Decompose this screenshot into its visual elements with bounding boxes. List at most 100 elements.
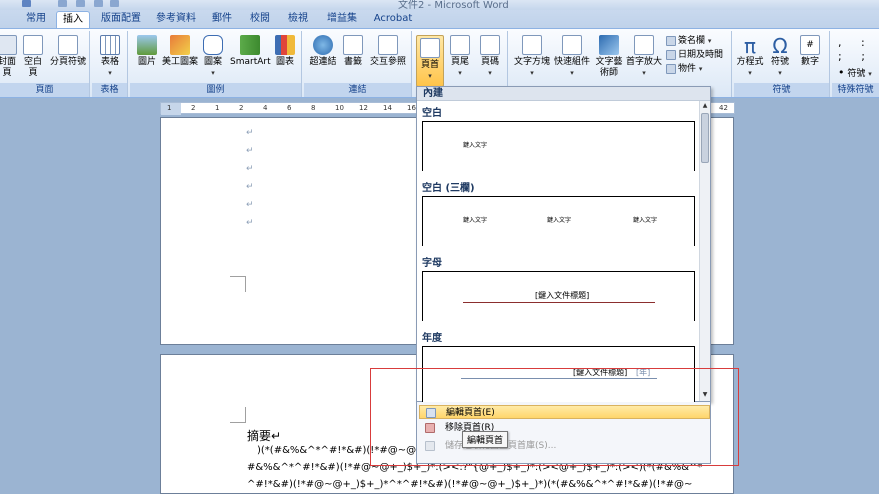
clip-art-button[interactable]: 美工圖案: [162, 35, 198, 68]
crop-mark: [230, 276, 246, 292]
placeholder-text: 鍵入文字: [633, 217, 658, 224]
gallery-section-title: 內建: [417, 87, 710, 101]
bookmark-icon: [343, 35, 363, 55]
page-break-icon: [58, 35, 78, 55]
equation-button[interactable]: π 方程式 ▾: [736, 35, 764, 79]
number-icon: #: [800, 35, 820, 55]
ruler-tick: 2: [239, 104, 244, 112]
symbol-dropdown-button[interactable]: • 符號 ▾: [838, 67, 872, 80]
pi-icon: π: [743, 34, 757, 58]
paragraph-mark: ↵: [246, 164, 254, 174]
placeholder-text: 鍵入文字: [463, 142, 488, 149]
table-button[interactable]: 表格 ▾: [96, 35, 124, 79]
abstract-heading: 摘要↵: [247, 429, 282, 443]
cross-reference-button[interactable]: 交互參照: [368, 35, 408, 68]
hyperlink-button[interactable]: 超連結: [308, 35, 338, 68]
header-gallery-dropdown[interactable]: 內建 空白 鍵入文字 空白 (三欄) 鍵入文字 鍵入文字 鍵入文字 字母 [鍵入…: [416, 86, 711, 402]
undo-icon[interactable]: [58, 0, 67, 7]
title-placeholder: [鍵入文件標題]: [535, 291, 590, 300]
redo-icon[interactable]: [76, 0, 85, 7]
cross-reference-icon: [378, 35, 398, 55]
scroll-up-arrow-icon[interactable]: ▲: [701, 102, 709, 110]
smartart-icon: [240, 35, 260, 55]
quick-parts-icon: [562, 35, 582, 55]
paragraph-mark: ↵: [246, 128, 254, 138]
ruler-tick: 16: [407, 104, 416, 112]
drop-cap-button[interactable]: 首字放大 ▾: [624, 35, 664, 79]
object-button[interactable]: 物件 ▾: [666, 63, 702, 75]
ribbon-tabs: 常用 插入 版面配置 參考資料 郵件 校閱 檢視 增益集 Acrobat: [0, 10, 879, 28]
group-special-symbols: , : . ; ; • 符號 ▾ 特殊符號: [832, 31, 879, 97]
gallery-item-alphabet[interactable]: [鍵入文件標題]: [422, 271, 695, 321]
tab-add-ins[interactable]: 增益集: [320, 11, 364, 28]
group-symbols: π 方程式 ▾ Ω 符號 ▾ # 數字 符號: [734, 31, 830, 97]
group-label-pages: 頁面: [0, 83, 89, 97]
globe-icon: [313, 35, 333, 55]
blank-page-button[interactable]: 空白頁: [20, 35, 46, 79]
print-icon[interactable]: [94, 0, 103, 7]
special-symbol-row2[interactable]: ; ;: [838, 51, 873, 63]
gallery-item-blank-three-column[interactable]: 鍵入文字 鍵入文字 鍵入文字: [422, 196, 695, 246]
page-number-icon: [480, 35, 500, 55]
cover-page-button[interactable]: 封面頁: [0, 35, 18, 79]
gallery-item-label: 空白: [422, 108, 442, 119]
tab-acrobat[interactable]: Acrobat: [368, 11, 418, 28]
body-line: ^#!*&#)(!*#@~@+_)$+_)*^*^#!*&#)(!*#@~@+_…: [247, 479, 693, 490]
page-number-button[interactable]: 頁碼 ▾: [476, 35, 504, 79]
save-icon[interactable]: [22, 0, 31, 7]
paragraph-mark: ↵: [246, 182, 254, 192]
ruler-tick: 1: [167, 104, 172, 112]
tab-view[interactable]: 檢視: [282, 11, 314, 28]
drop-cap-icon: [634, 35, 654, 55]
ruler-tick: 6: [287, 104, 292, 112]
wordart-icon: [599, 35, 619, 55]
tab-insert[interactable]: 插入: [56, 11, 90, 28]
ruler-tick: 4: [263, 104, 268, 112]
picture-icon: [137, 35, 157, 55]
scrollbar-thumb[interactable]: [701, 113, 709, 163]
group-tables: 表格 ▾ 表格: [92, 31, 128, 97]
gallery-item-label: 年度: [422, 333, 442, 344]
special-symbol-row1[interactable]: , : .: [838, 37, 879, 49]
picture-button[interactable]: 圖片: [134, 35, 160, 68]
bookmark-button[interactable]: 書籤: [340, 35, 366, 68]
number-button[interactable]: # 數字: [796, 35, 824, 68]
signature-line-button[interactable]: 簽名欄 ▾: [666, 35, 711, 47]
clip-art-icon: [170, 35, 190, 55]
smartart-button[interactable]: SmartArt: [230, 35, 271, 68]
date-time-button[interactable]: 日期及時間: [666, 49, 723, 61]
tab-home[interactable]: 常用: [18, 11, 54, 28]
tab-mailings[interactable]: 郵件: [206, 11, 238, 28]
gallery-item-label: 空白 (三欄): [422, 183, 475, 194]
placeholder-text: 鍵入文字: [463, 217, 488, 224]
wordart-button[interactable]: 文字藝術師: [594, 35, 624, 79]
ruler-tick: 8: [311, 104, 316, 112]
quick-access-icon[interactable]: [110, 0, 119, 7]
ruler-tick: 42: [719, 104, 728, 112]
header-button[interactable]: 頁首 ▾: [416, 35, 444, 87]
footer-button[interactable]: 頁尾 ▾: [446, 35, 474, 79]
footer-icon: [450, 35, 470, 55]
paragraph-mark: ↵: [246, 218, 254, 228]
text-box-button[interactable]: 文字方塊 ▾: [512, 35, 552, 79]
placeholder-text: 鍵入文字: [547, 217, 572, 224]
group-label-special-symbols: 特殊符號: [832, 83, 879, 97]
chart-button[interactable]: 圖表: [272, 35, 298, 68]
tab-review[interactable]: 校閱: [244, 11, 276, 28]
calendar-icon: [666, 49, 676, 60]
tab-page-layout[interactable]: 版面配置: [96, 11, 146, 28]
cover-page-icon: [0, 35, 17, 55]
gallery-item-blank[interactable]: 鍵入文字: [422, 121, 695, 171]
chart-icon: [275, 35, 295, 55]
ruler-tick: 2: [191, 104, 196, 112]
symbol-button[interactable]: Ω 符號 ▾: [766, 35, 794, 79]
ruler-tick: 1: [215, 104, 220, 112]
gallery-scrollbar[interactable]: ▲ ▼: [699, 101, 710, 401]
page-break-button[interactable]: 分頁符號: [48, 35, 88, 68]
ruler-tick: 10: [335, 104, 344, 112]
quick-parts-button[interactable]: 快速組件 ▾: [552, 35, 592, 79]
annotation-highlight-box: [370, 368, 739, 466]
tab-references[interactable]: 參考資料: [150, 11, 202, 28]
shapes-button[interactable]: 圖案 ▾: [200, 35, 226, 79]
group-links: 超連結 書籤 交互參照 連結: [304, 31, 412, 97]
